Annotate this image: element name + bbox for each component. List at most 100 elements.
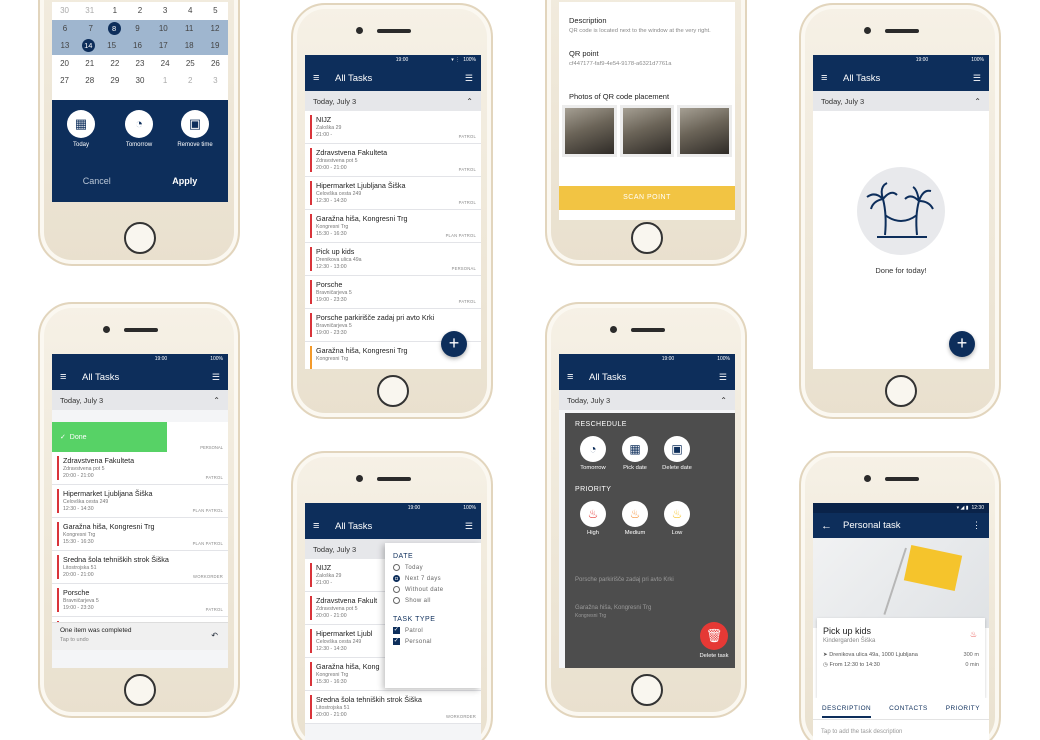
tab-contacts[interactable]: CONTACTS (889, 705, 928, 712)
task-row[interactable]: Garažna hiša, Kongresni Trg Kongresni Trg… (305, 210, 481, 243)
calendar-day[interactable]: 27 (56, 76, 74, 85)
phone-qr-point: Description QR code is located next to t… (545, 0, 747, 266)
type-option-personal[interactable]: ✓ Personal (393, 638, 473, 645)
filter-icon[interactable]: ☰ (973, 73, 981, 84)
filter-icon[interactable]: ☰ (719, 372, 727, 383)
priority-medium-button[interactable]: ♨ Medium (617, 501, 653, 537)
date-option-without[interactable]: Without date (393, 586, 473, 593)
calendar-day[interactable]: 3 (206, 76, 224, 85)
calendar-day[interactable]: 3 (156, 6, 174, 15)
day-header[interactable]: Today, July 3 ⌃ (305, 91, 481, 111)
task-row[interactable]: Porsche Bravničarjeva 5 19:00 - 23:30 PATRO… (52, 584, 228, 617)
menu-icon[interactable]: ≡ (60, 372, 70, 383)
priority-high-button[interactable]: ♨ High (575, 501, 611, 537)
task-row[interactable]: Zdravstvena Fakulteta Zdravstvena pot 5 20… (52, 452, 228, 485)
date-option-next7[interactable]: Next 7 days (393, 575, 473, 582)
calendar-day[interactable]: 18 (180, 41, 198, 50)
calendar-day[interactable]: 4 (181, 6, 199, 15)
scan-point-button[interactable]: SCAN POINT (559, 186, 735, 210)
calendar-screen: 30 31 1 2 3 4 5 6 7 8 9 10 11 12 13 14 15 16 17 18 19 20 21 22 2… (52, 2, 228, 202)
calendar-day[interactable]: 30 (131, 76, 149, 85)
task-row[interactable]: Zdravstvena Fakulteta Zdravstvena pot 5 20… (305, 144, 481, 177)
calendar-day[interactable]: 5 (206, 6, 224, 15)
tomorrow-button[interactable]: ◔ Tomorrow (575, 436, 611, 472)
filter-icon[interactable]: ☰ (465, 521, 473, 532)
filter-icon[interactable]: ☰ (212, 372, 220, 383)
calendar-day[interactable]: 26 (206, 59, 224, 68)
calendar-day[interactable]: 7 (82, 24, 100, 33)
task-row[interactable]: Sredna šola tehniških strok Šiška Litostr… (52, 551, 228, 584)
calendar-day[interactable]: 11 (180, 24, 198, 33)
task-time: 19:00 - 23:30 (316, 297, 347, 303)
menu-icon[interactable]: ≡ (821, 73, 831, 84)
placement-photo[interactable] (562, 105, 617, 157)
menu-icon[interactable]: ≡ (313, 73, 323, 84)
delete-date-button[interactable]: ▣ Delete date (659, 436, 695, 472)
add-task-button[interactable]: + (949, 331, 975, 357)
back-arrow-icon[interactable]: ← (821, 520, 832, 531)
calendar-day[interactable]: 30 (56, 6, 74, 15)
add-task-button[interactable]: + (441, 331, 467, 357)
description-placeholder[interactable]: Tap to add the task description (821, 729, 902, 735)
task-row[interactable]: Hipermarket Ljubljana Šiška Celovška cest… (52, 485, 228, 518)
calendar-day[interactable]: 28 (81, 76, 99, 85)
calendar-day[interactable]: 2 (131, 6, 149, 15)
tab-description[interactable]: DESCRIPTION (821, 705, 872, 718)
tab-priority[interactable]: PRIORITY (946, 705, 980, 712)
calendar-day[interactable]: 16 (128, 41, 146, 50)
calendar-day[interactable]: 6 (56, 24, 74, 33)
task-address: Kongresni Trg (63, 532, 96, 538)
apply-button[interactable]: Apply (172, 176, 197, 186)
calendar-day[interactable]: 10 (154, 24, 172, 33)
calendar-day[interactable]: 17 (154, 41, 172, 50)
day-header[interactable]: Today, July 3 ⌃ (813, 91, 989, 111)
tomorrow-button[interactable]: ◔ Tomorrow (114, 110, 164, 148)
priority-low-button[interactable]: ♨ Low (659, 501, 695, 537)
pick-date-button[interactable]: ▦ Pick date (617, 436, 653, 472)
cancel-button[interactable]: Cancel (83, 176, 111, 186)
calendar-day[interactable]: 2 (181, 76, 199, 85)
calendar-day[interactable]: 19 (206, 41, 224, 50)
date-option-all[interactable]: Show all (393, 597, 473, 604)
task-row[interactable]: Pick up kids Drenikova ulica 49a 12:30 - 1… (305, 243, 481, 276)
calendar-day[interactable]: 1 (156, 76, 174, 85)
task-row[interactable]: Garažna hiša, Kongresni Trg Kongresni Trg… (52, 518, 228, 551)
day-header[interactable]: Today, July 3 ⌃ (559, 390, 735, 410)
calendar-day[interactable]: 22 (106, 59, 124, 68)
calendar-day[interactable]: 31 (81, 6, 99, 15)
type-option-patrol[interactable]: ✓ Patrol (393, 627, 473, 634)
delete-task-button[interactable]: 🗑 Delete task (698, 622, 730, 660)
done-swipe-action[interactable]: ✓ Done (52, 422, 167, 452)
undo-snackbar[interactable]: One item was completed Tap to undo ↶ (52, 622, 228, 650)
undo-icon[interactable]: ↶ (211, 631, 218, 640)
calendar-day[interactable]: 8 (107, 21, 121, 35)
task-row[interactable]: Porsche Bravničarjeva 5 19:00 - 23:30 PATRO… (305, 276, 481, 309)
task-row[interactable]: Sredna šola tehniških strok Šiška Litostr… (305, 691, 481, 724)
placement-photo[interactable] (677, 105, 733, 157)
calendar-day[interactable]: 21 (81, 59, 99, 68)
calendar-day[interactable]: 24 (156, 59, 174, 68)
swiped-task[interactable]: ✓ Done PERSONAL (52, 422, 228, 452)
calendar-day[interactable]: 15 (103, 41, 121, 50)
day-header[interactable]: Today, July 3 ⌃ (52, 390, 228, 410)
task-row[interactable]: NIJZ Zaloška 29 21:00 - PATROL (305, 111, 481, 144)
calendar-day[interactable]: 25 (181, 59, 199, 68)
more-vert-icon[interactable]: ⋮ (972, 520, 981, 531)
calendar-day[interactable]: 13 (56, 41, 74, 50)
calendar-day[interactable]: 29 (106, 76, 124, 85)
date-option-today[interactable]: Today (393, 564, 473, 571)
calendar-day[interactable]: 20 (56, 59, 74, 68)
menu-icon[interactable]: ≡ (567, 372, 577, 383)
remove-time-button[interactable]: ▣ Remove time (170, 110, 220, 148)
menu-icon[interactable]: ≡ (313, 521, 323, 532)
placement-photo[interactable] (619, 105, 675, 157)
today-button[interactable]: ▦ Today (56, 110, 106, 148)
calendar-day[interactable]: 14 (81, 39, 95, 53)
calendar-day[interactable]: 1 (106, 6, 124, 15)
calendar-day[interactable]: 23 (131, 59, 149, 68)
task-row[interactable]: Hipermarket Ljubljana Šiška Celovška cest… (305, 177, 481, 210)
calendar-day[interactable]: 9 (128, 24, 146, 33)
done-screen: 19:00 100% ≡ All Tasks ☰ Today, July 3 ⌃ D… (813, 55, 989, 369)
calendar-day[interactable]: 12 (206, 24, 224, 33)
filter-icon[interactable]: ☰ (465, 73, 473, 84)
